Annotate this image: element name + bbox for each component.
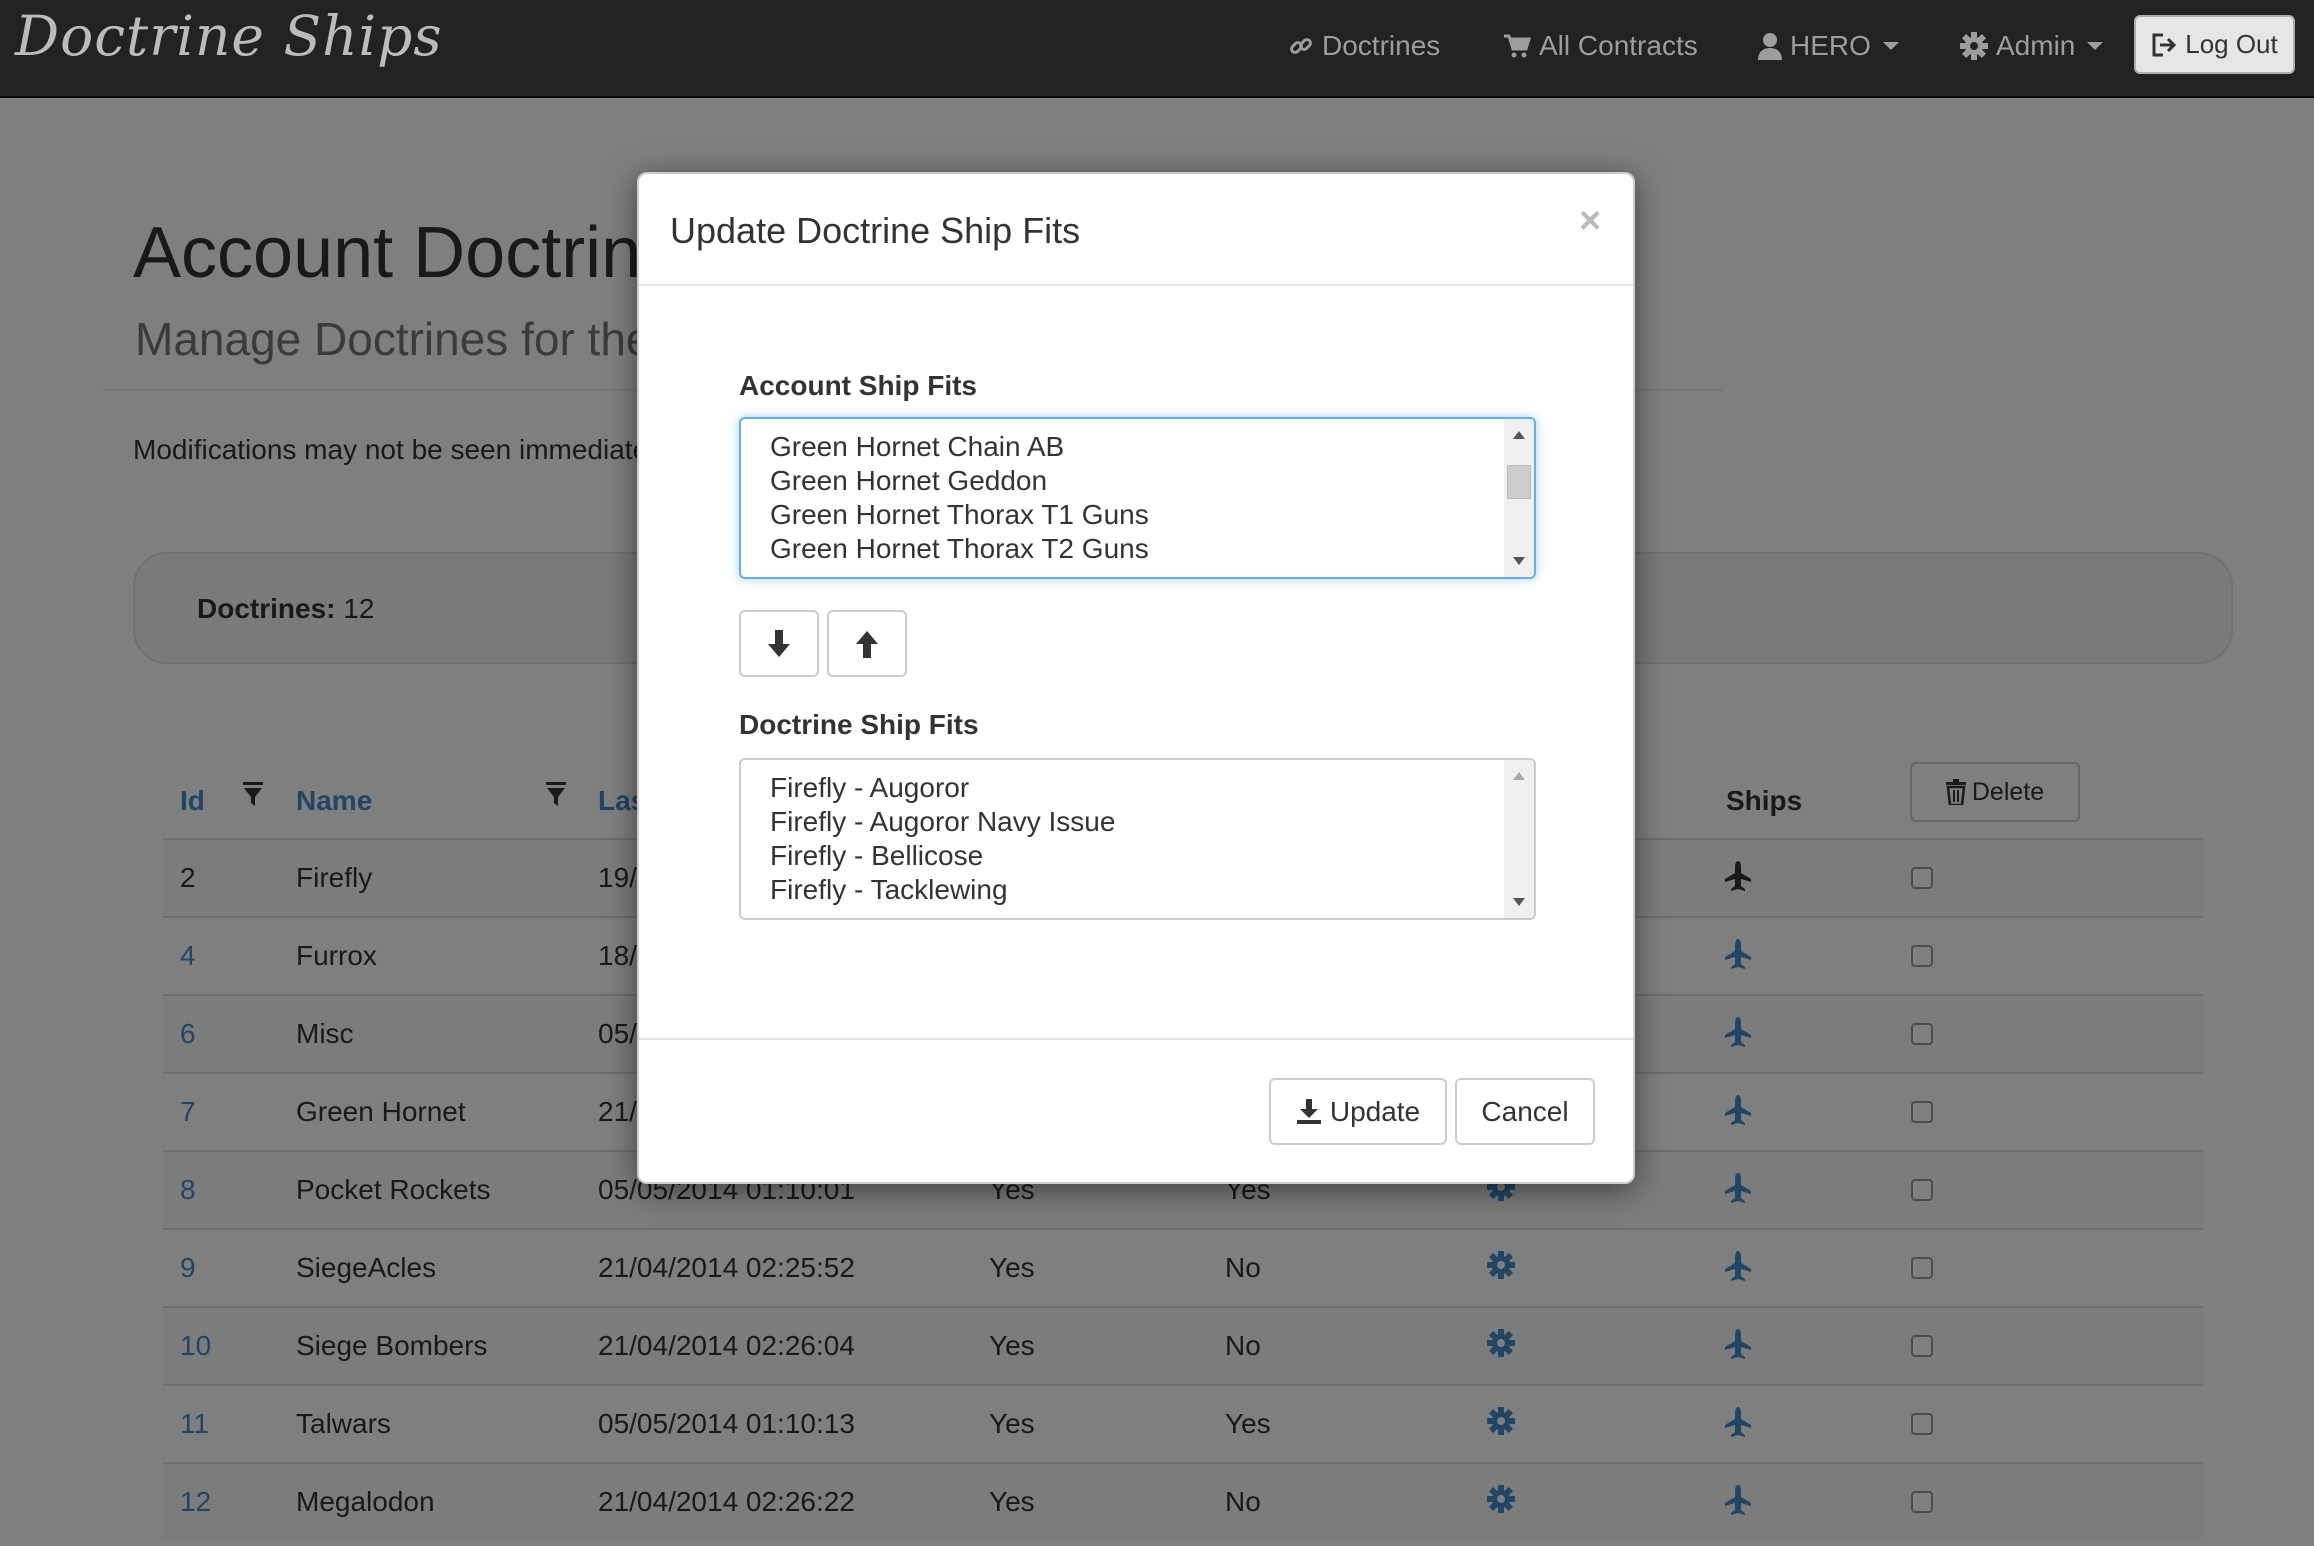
list-option[interactable]: Firefly - Augoror Navy Issue	[770, 805, 1115, 839]
modal-header: Update Doctrine Ship Fits ×	[639, 174, 1633, 286]
user-icon	[1758, 32, 1782, 60]
list-option[interactable]: Green Hornet Geddon	[770, 464, 1149, 498]
doctrine-fits-label: Doctrine Ship Fits	[739, 709, 979, 740]
account-fits-listbox[interactable]: Green Hornet Chain AB Green Hornet Geddon…	[739, 417, 1536, 579]
scrollbar[interactable]	[1504, 760, 1534, 918]
logout-button[interactable]: Log Out	[2134, 15, 2295, 74]
scroll-thumb[interactable]	[1507, 465, 1531, 499]
close-icon[interactable]: ×	[1579, 202, 1601, 240]
account-fits-label: Account Ship Fits	[739, 370, 977, 401]
nav-all-contracts-label: All Contracts	[1539, 30, 1698, 61]
chevron-down-icon	[2087, 42, 2104, 50]
brand-logo[interactable]: Doctrine Ships	[15, 4, 443, 68]
nav-doctrines[interactable]: Doctrines	[1288, 26, 1440, 66]
download-icon	[1296, 1098, 1322, 1125]
scroll-down-icon[interactable]	[1513, 557, 1525, 565]
modal-title: Update Doctrine Ship Fits	[670, 210, 1081, 251]
list-option[interactable]: Firefly - Tacklewing	[770, 873, 1115, 907]
list-option[interactable]: Green Hornet Thorax T2 Guns	[770, 532, 1149, 566]
cancel-label: Cancel	[1481, 1095, 1569, 1127]
scrollbar[interactable]	[1504, 419, 1534, 577]
logout-label: Log Out	[2185, 29, 2278, 59]
list-option[interactable]: Green Hornet Chain AB	[770, 430, 1149, 464]
logout-icon	[2151, 32, 2179, 58]
nav-all-contracts[interactable]: All Contracts	[1503, 26, 1698, 66]
nav-user-dropdown[interactable]: HERO	[1758, 26, 1899, 66]
doctrine-fits-listbox[interactable]: Firefly - Augoror Firefly - Augoror Navy …	[739, 758, 1536, 920]
scroll-up-icon[interactable]	[1513, 431, 1525, 439]
arrow-up-icon	[855, 630, 879, 658]
list-option[interactable]: Firefly - Augoror	[770, 771, 1115, 805]
list-option[interactable]: Firefly - Bellicose	[770, 839, 1115, 873]
cart-icon	[1503, 33, 1531, 59]
update-button[interactable]: Update	[1269, 1078, 1447, 1145]
link-icon	[1288, 33, 1314, 59]
list-option[interactable]: Green Hornet Thorax T1 Guns	[770, 498, 1149, 532]
doctrine-fits-list: Firefly - Augoror Firefly - Augoror Navy …	[770, 771, 1115, 907]
modal-footer-divider	[639, 1038, 1633, 1040]
gear-icon	[1960, 32, 1988, 60]
nav-user-label: HERO	[1790, 30, 1871, 61]
move-up-button[interactable]	[827, 610, 907, 677]
account-fits-list: Green Hornet Chain AB Green Hornet Geddon…	[770, 430, 1149, 566]
nav-admin-label: Admin	[1996, 30, 2076, 61]
update-label: Update	[1329, 1095, 1421, 1127]
move-down-button[interactable]	[739, 610, 819, 677]
nav-admin-dropdown[interactable]: Admin	[1960, 26, 2104, 66]
update-fits-modal: Update Doctrine Ship Fits × Account Ship…	[637, 172, 1635, 1184]
scroll-down-icon[interactable]	[1513, 898, 1525, 906]
nav-doctrines-label: Doctrines	[1322, 30, 1441, 61]
arrow-down-icon	[767, 629, 791, 658]
navbar: Doctrine Ships Doctrines All Contracts H…	[0, 0, 2314, 98]
scroll-up-icon[interactable]	[1513, 772, 1525, 780]
cancel-button[interactable]: Cancel	[1455, 1078, 1595, 1145]
chevron-down-icon	[1882, 42, 1899, 50]
